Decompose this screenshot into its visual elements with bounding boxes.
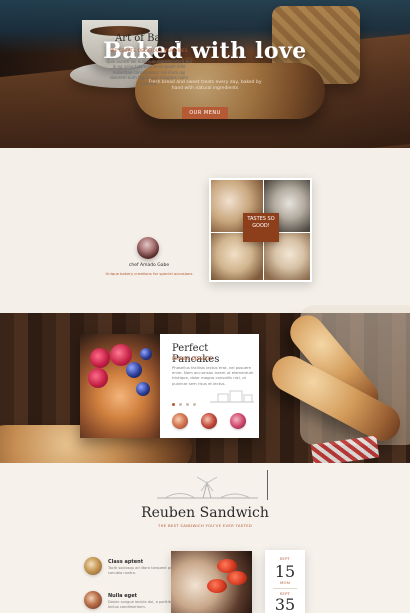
reuben-kicker: THE BEST SANDWICH YOU'VE EVER TASTED — [158, 523, 252, 528]
slider-dot-4[interactable] — [193, 403, 196, 406]
blueberry-3 — [140, 348, 152, 360]
page: Baked with love Fresh bread and sweet tr… — [0, 0, 410, 613]
reuben-item: Nulla eget Donec congue lacinia dui, a p… — [84, 591, 174, 613]
hero-title: Baked with love — [103, 38, 307, 64]
raspberry-1 — [90, 348, 110, 368]
reuben-item-title: Nulla eget — [108, 593, 138, 599]
bakery-gallery: TASTES SO GOOD! — [209, 178, 312, 282]
thumbnail-3[interactable] — [230, 413, 246, 429]
thumbnail-2[interactable] — [201, 413, 217, 429]
blueberry-1 — [126, 362, 142, 378]
reuben-item-body: Donec congue lacinia dui, a porttitor le… — [108, 600, 174, 609]
pancakes-kicker: READING DESSERTS — [172, 356, 213, 361]
reuben-item-title: Class aptent — [108, 559, 144, 565]
art-title: Art of Bakery — [115, 33, 183, 44]
art-kicker: WE CREATE DELICIOUS MEMORIES — [110, 48, 188, 53]
pancakes-body: Phasellus facilisis lectus erat, vel pos… — [172, 365, 254, 386]
date-separator — [273, 588, 297, 589]
blueberry-2 — [136, 382, 150, 396]
bakery-sketch-icon — [210, 390, 254, 403]
reuben-title: Reuben Sandwich — [141, 505, 269, 521]
chef-avatar — [137, 237, 159, 259]
our-menu-button[interactable]: OUR MENU — [182, 107, 228, 119]
art-of-bakery-text: Art of Bakery WE CREATE DELICIOUS MEMORI… — [105, 33, 193, 86]
windmill-sketch-icon — [157, 476, 258, 499]
hero-overlay — [0, 0, 410, 148]
slider-dot-2[interactable] — [179, 403, 182, 406]
date-month-top: SEPT — [279, 556, 291, 561]
reuben-item-body: Taciti sociosqu ad litora torquent per c… — [108, 566, 174, 575]
pancakes-title: Perfect Pancakes — [172, 343, 220, 365]
date-day-1: 15 — [274, 562, 296, 581]
pancakes-image — [80, 334, 160, 438]
date-weekday: MON — [279, 580, 290, 585]
tomato-3 — [207, 579, 227, 593]
class-aptent-icon — [84, 557, 102, 575]
tomato-2 — [227, 571, 247, 585]
pancakes-card: Perfect Pancakes READING DESSERTS Phasel… — [160, 334, 259, 438]
section-divider-line — [267, 470, 268, 500]
hero-section: Baked with love Fresh bread and sweet tr… — [0, 0, 410, 148]
pancakes-thumbnails — [172, 413, 252, 431]
reuben-photo — [171, 551, 252, 613]
reuben-item: Class aptent Taciti sociosqu ad litora t… — [84, 557, 174, 585]
thumbnail-1[interactable] — [172, 413, 188, 429]
tastes-so-good-badge: TASTES SO GOOD! — [243, 213, 279, 242]
slider-dot-1[interactable] — [172, 403, 175, 406]
pancakes-slider-dots[interactable] — [172, 391, 212, 406]
date-day-2: 35 — [274, 595, 296, 613]
date-card: SEPT 15 MON SEPT 35 — [265, 550, 305, 613]
art-of-bakery-section — [0, 148, 410, 313]
art-body: Quis autem vel eum iure reprehenderit qu… — [106, 59, 192, 86]
chef-name: chef Amado Gabe — [128, 263, 170, 268]
raspberry-3 — [88, 368, 108, 388]
chef-note: Unique bakery creations for special occa… — [105, 271, 193, 276]
nulla-eget-icon — [84, 591, 102, 609]
slider-dot-3[interactable] — [186, 403, 189, 406]
